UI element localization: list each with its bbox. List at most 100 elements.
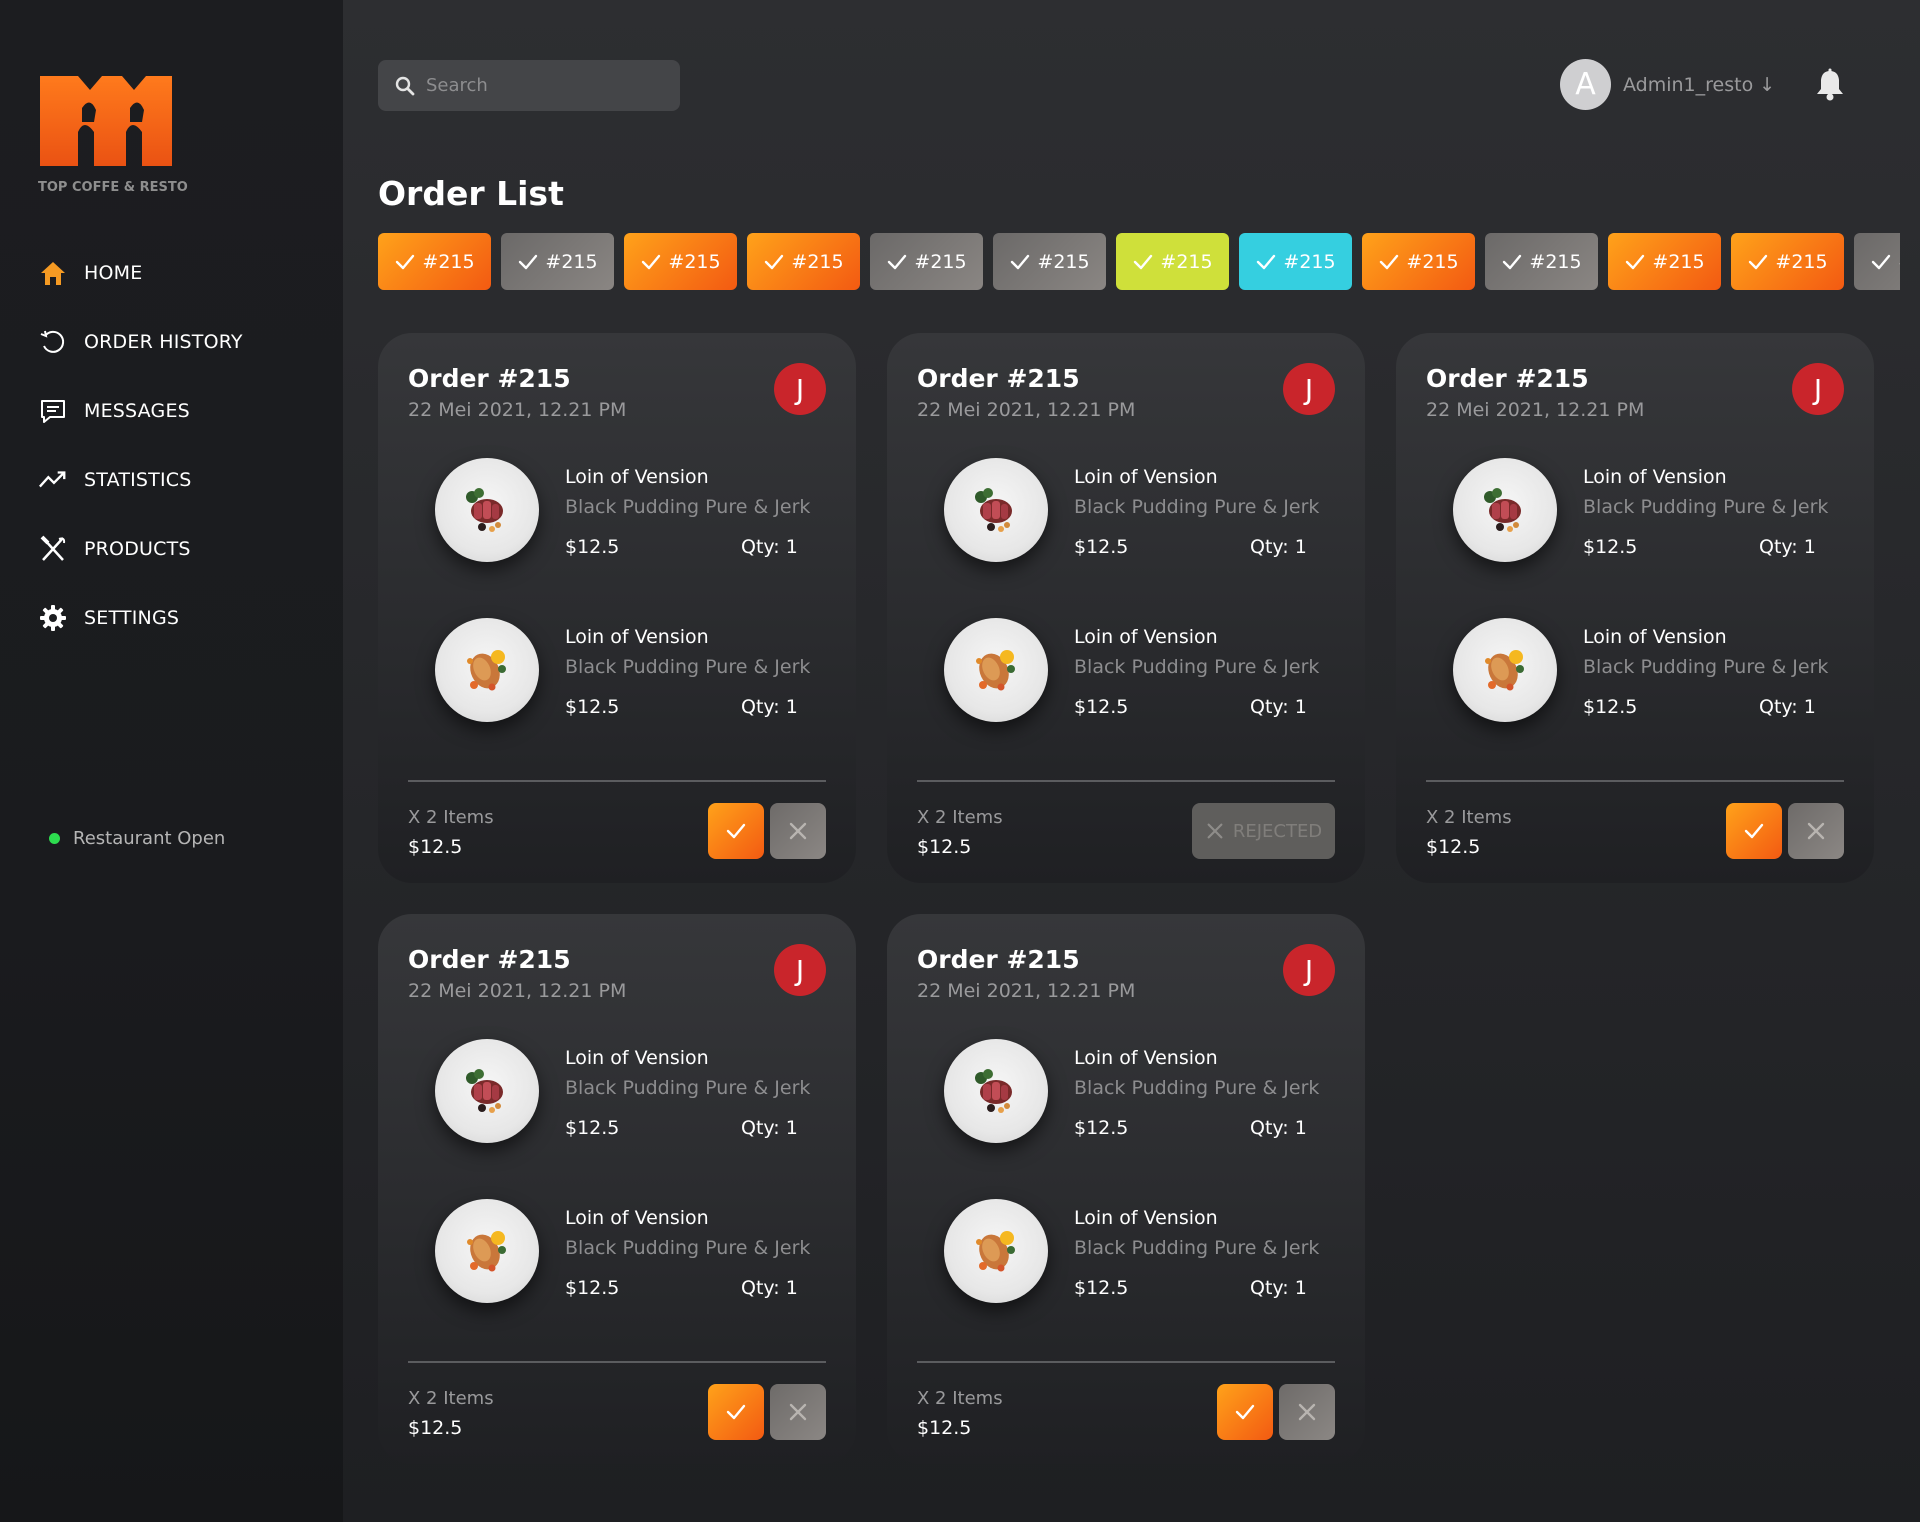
check-icon: [1626, 254, 1645, 269]
order-item: Loin of Vension Black Pudding Pure & Jerk…: [1453, 458, 1853, 568]
reject-order-button[interactable]: [1279, 1384, 1335, 1440]
item-description: Black Pudding Pure & Jerk: [565, 656, 811, 678]
dish-chicken-icon: [976, 1231, 1015, 1272]
order-total: $12.5: [917, 836, 972, 858]
order-chip[interactable]: #215: [1239, 233, 1352, 290]
order-chip[interactable]: #215: [747, 233, 860, 290]
reject-order-button[interactable]: [1788, 803, 1844, 859]
rejected-status-button[interactable]: REJECTED: [1192, 803, 1335, 859]
item-description: Black Pudding Pure & Jerk: [1074, 1237, 1320, 1259]
order-chip-list: #215 #215 #215 #215 #215 #215 #215 #215 #215 #215…: [378, 233, 1900, 290]
restaurant-status: Restaurant Open: [49, 828, 225, 849]
dish-image: [1453, 618, 1557, 722]
order-chip[interactable]: #215: [993, 233, 1106, 290]
accept-order-button[interactable]: [708, 1384, 764, 1440]
dish-image: [944, 1039, 1048, 1143]
customer-badge: J: [774, 363, 826, 415]
order-item: Loin of Vension Black Pudding Pure & Jerk…: [435, 1199, 835, 1309]
item-description: Black Pudding Pure & Jerk: [565, 496, 811, 518]
item-description: Black Pudding Pure & Jerk: [1074, 656, 1320, 678]
order-chip[interactable]: #215: [624, 233, 737, 290]
item-price: $12.5: [565, 1277, 620, 1299]
order-title: Order #215: [408, 945, 571, 974]
home-icon: [38, 258, 68, 288]
chart-icon: [38, 465, 68, 495]
check-icon: [1744, 823, 1764, 839]
utensils-icon: [38, 534, 68, 564]
order-item: Loin of Vension Black Pudding Pure & Jerk…: [1453, 618, 1853, 728]
order-chip-label: #215: [1160, 250, 1213, 273]
order-chip-label: #215: [1283, 250, 1336, 273]
main-content: A Admin1_resto ↓ Order List #215#215#215…: [343, 0, 1920, 1522]
sidebar-item-label: PRODUCTS: [84, 537, 191, 560]
brand-logo[interactable]: TOP COFFE & RESTO: [38, 68, 188, 195]
order-item-count: X 2 Items: [408, 807, 494, 828]
order-item: Loin of Vension Black Pudding Pure & Jerk…: [944, 458, 1344, 568]
item-quantity: Qty: 1: [741, 536, 798, 558]
sidebar-item-home[interactable]: HOME: [38, 238, 243, 307]
sidebar-item-settings[interactable]: SETTINGS: [38, 583, 243, 652]
item-price: $12.5: [1074, 1277, 1129, 1299]
order-chip[interactable]: #215: [870, 233, 983, 290]
close-icon: [1207, 823, 1223, 839]
order-card-grid: Order #215 22 Mei 2021, 12.21 PM J Loin of …: [378, 333, 1898, 1464]
order-chip[interactable]: #215: [1854, 233, 1900, 290]
check-icon: [1749, 254, 1768, 269]
item-price: $12.5: [565, 536, 620, 558]
accept-order-button[interactable]: [1217, 1384, 1273, 1440]
order-title: Order #215: [408, 364, 571, 393]
order-title: Order #215: [1426, 364, 1589, 393]
item-price: $12.5: [1074, 696, 1129, 718]
accept-order-button[interactable]: [1726, 803, 1782, 859]
accept-order-button[interactable]: [708, 803, 764, 859]
item-name: Loin of Vension: [1583, 626, 1727, 648]
item-price: $12.5: [1583, 696, 1638, 718]
sidebar-item-statistics[interactable]: STATISTICS: [38, 445, 243, 514]
order-chip[interactable]: #215: [1485, 233, 1598, 290]
app-window: TOP COFFE & RESTO HOME ORDER HISTORY MES…: [0, 0, 1920, 1522]
order-chip[interactable]: #215: [1608, 233, 1721, 290]
item-description: Black Pudding Pure & Jerk: [565, 1077, 811, 1099]
check-icon: [1011, 254, 1030, 269]
item-name: Loin of Vension: [1074, 1047, 1218, 1069]
dish-image: [944, 618, 1048, 722]
search-input[interactable]: [426, 75, 656, 96]
dish-image: [435, 1199, 539, 1303]
reject-order-button[interactable]: [770, 1384, 826, 1440]
avatar: A: [1560, 59, 1611, 110]
check-icon: [396, 254, 415, 269]
item-quantity: Qty: 1: [1250, 1117, 1307, 1139]
order-item: Loin of Vension Black Pudding Pure & Jerk…: [435, 618, 835, 728]
card-divider: [917, 1361, 1335, 1363]
item-description: Black Pudding Pure & Jerk: [1583, 496, 1829, 518]
card-divider: [917, 780, 1335, 782]
order-chip[interactable]: #215: [501, 233, 614, 290]
dish-image: [1453, 458, 1557, 562]
order-chip-label: #215: [1898, 251, 1900, 273]
item-name: Loin of Vension: [1583, 466, 1727, 488]
sidebar-item-order-history[interactable]: ORDER HISTORY: [38, 307, 243, 376]
order-date: 22 Mei 2021, 12.21 PM: [408, 399, 627, 421]
order-chip[interactable]: #215: [1362, 233, 1475, 290]
order-chip[interactable]: #215: [378, 233, 491, 290]
bell-icon[interactable]: [1814, 68, 1846, 102]
order-total: $12.5: [917, 1417, 972, 1439]
order-date: 22 Mei 2021, 12.21 PM: [917, 399, 1136, 421]
item-description: Black Pudding Pure & Jerk: [565, 1237, 811, 1259]
close-icon: [789, 822, 807, 840]
close-icon: [1807, 822, 1825, 840]
gear-icon: [38, 603, 68, 633]
order-chip-label: #215: [914, 250, 967, 273]
user-menu[interactable]: A Admin1_resto ↓: [1560, 59, 1775, 110]
check-icon: [1134, 254, 1153, 269]
order-title: Order #215: [917, 364, 1080, 393]
item-quantity: Qty: 1: [741, 1277, 798, 1299]
order-chip[interactable]: #215: [1731, 233, 1844, 290]
dish-image: [944, 458, 1048, 562]
sidebar-item-products[interactable]: PRODUCTS: [38, 514, 243, 583]
order-chip[interactable]: #215: [1116, 233, 1229, 290]
sidebar-item-messages[interactable]: MESSAGES: [38, 376, 243, 445]
item-name: Loin of Vension: [1074, 1207, 1218, 1229]
reject-order-button[interactable]: [770, 803, 826, 859]
check-icon: [1257, 254, 1276, 269]
